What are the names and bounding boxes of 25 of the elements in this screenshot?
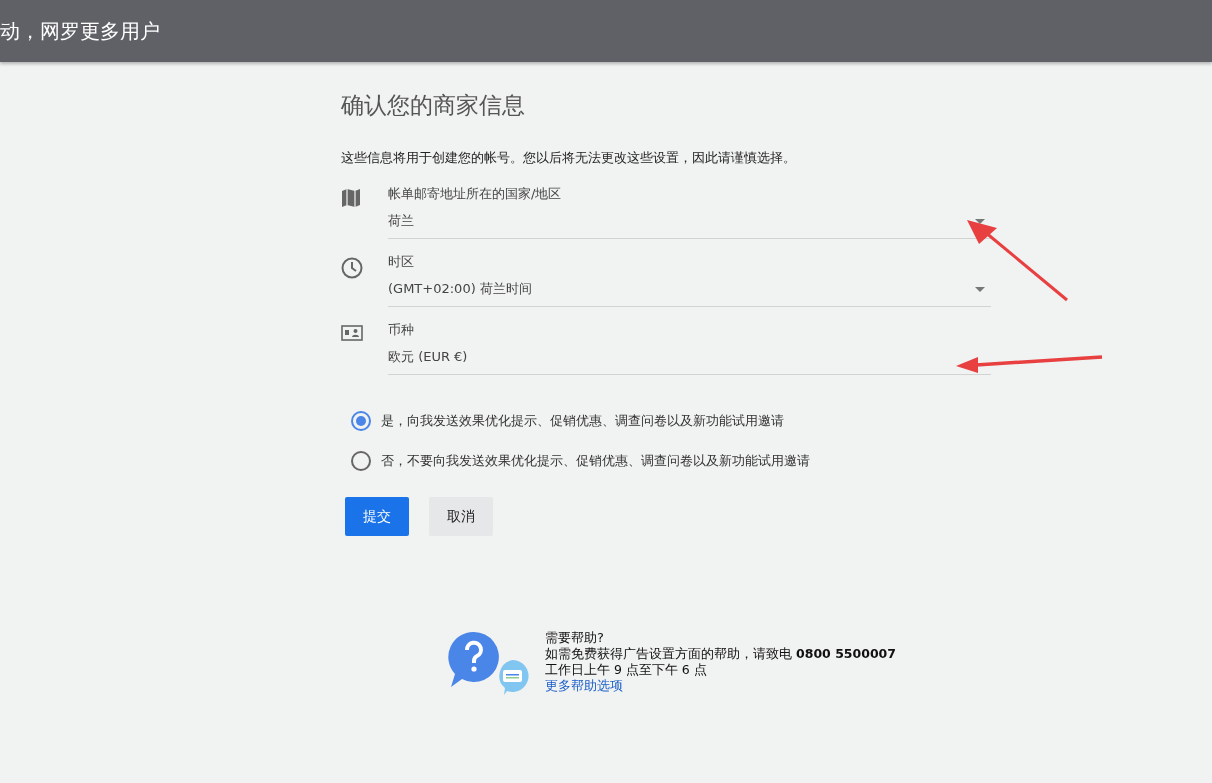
field-label: 帐单邮寄地址所在的国家/地区 — [388, 185, 563, 203]
map-icon — [341, 189, 361, 207]
caret-icon — [975, 286, 985, 292]
field-label: 币种 — [388, 321, 415, 339]
header-title: 动，网罗更多用户 — [0, 17, 160, 45]
radio-label: 是，向我发送效果优化提示、促销优惠、调查问卷以及新功能试用邀请 — [381, 412, 784, 430]
help-title: 需要帮助? — [545, 630, 605, 646]
radio-option[interactable]: 是，向我发送效果优化提示、促销优惠、调查问卷以及新功能试用邀请 — [351, 401, 991, 441]
caret-icon — [975, 218, 985, 224]
radio-button[interactable] — [351, 411, 371, 431]
field-label: 时区 — [388, 253, 415, 271]
intro-text: 这些信息将用于创建您的帐号。您以后将无法更改这些设置，因此请谨慎选择。 — [341, 149, 797, 167]
radio-label: 否，不要向我发送效果优化提示、促销优惠、调查问卷以及新功能试用邀请 — [381, 452, 810, 470]
select-field[interactable]: (GMT+02:00) 荷兰时间 — [388, 280, 991, 307]
submit-button[interactable]: 提交 — [345, 497, 409, 536]
radio-button[interactable] — [351, 451, 371, 471]
radio-option[interactable]: 否，不要向我发送效果优化提示、促销优惠、调查问卷以及新功能试用邀请 — [351, 441, 991, 481]
banknote-icon — [341, 325, 363, 341]
clock-icon — [341, 257, 363, 279]
page-title: 确认您的商家信息 — [341, 91, 526, 120]
cancel-button[interactable]: 取消 — [429, 497, 493, 536]
help-hours: 工作日上午 9 点至下午 6 点 — [545, 662, 708, 678]
help-chat-icon — [447, 630, 531, 696]
help-link[interactable]: 更多帮助选项 — [545, 678, 896, 694]
help-text: 如需免费获得广告设置方面的帮助，请致电 0800 5500007 — [545, 646, 896, 662]
